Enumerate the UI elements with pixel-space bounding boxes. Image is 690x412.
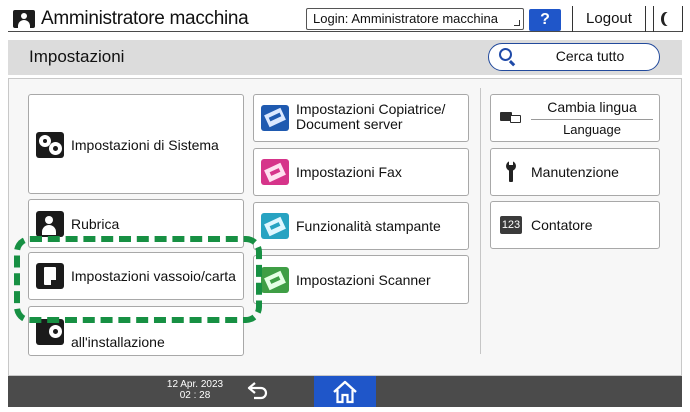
maintenance-button[interactable]: Manutenzione	[490, 148, 660, 196]
expand-corner-icon	[514, 20, 520, 26]
help-button[interactable]: ?	[529, 9, 561, 31]
counter-label: Contatore	[531, 217, 593, 233]
home-button[interactable]	[314, 376, 376, 407]
copier-settings-label-line2: Document server	[296, 116, 403, 132]
change-language-label: Cambia lingua	[547, 99, 637, 115]
language-label: Language	[563, 122, 621, 137]
wrench-icon	[505, 161, 519, 183]
back-button[interactable]	[244, 378, 272, 405]
fax-settings-label: Impostazioni Fax	[296, 164, 402, 180]
language-label-separator	[531, 119, 653, 120]
copier-settings-button[interactable]: Impostazioni Copiatrice/ Document server	[253, 94, 469, 142]
login-status-label: Login: Amministratore macchina	[313, 11, 498, 26]
back-arrow-icon	[247, 382, 268, 400]
page-title: Impostazioni	[29, 47, 125, 66]
printer-icon	[261, 213, 289, 239]
login-status-button[interactable]: Login: Amministratore macchina	[306, 8, 524, 30]
counter-icon: 123	[500, 216, 522, 234]
gears-icon	[36, 132, 64, 158]
printer-features-label: Funzionalità stampante	[296, 218, 441, 234]
scanner-icon	[261, 267, 289, 293]
status-date: 12 Apr. 2023	[166, 379, 224, 390]
copier-settings-label-line1: Impostazioni Copiatrice/	[296, 101, 446, 117]
language-switch-icon	[500, 110, 522, 126]
address-book-label: Rubrica	[71, 216, 120, 232]
system-settings-label: Impostazioni di Sistema	[71, 137, 219, 153]
user-title: Amministratore macchina	[41, 8, 249, 29]
system-settings-button[interactable]: Impostazioni di Sistema	[28, 94, 244, 194]
change-language-button[interactable]: Cambia lingua Language	[490, 94, 660, 142]
installation-label: all'installazione	[71, 334, 165, 350]
fax-settings-button[interactable]: Impostazioni Fax	[253, 148, 469, 196]
logout-button[interactable]: Logout	[572, 6, 646, 32]
energy-saver-button[interactable]	[653, 6, 683, 32]
search-all-button[interactable]: Cerca tutto	[488, 43, 660, 71]
user-icon	[13, 10, 35, 28]
search-all-label: Cerca tutto	[555, 48, 625, 64]
copier-icon	[261, 105, 289, 131]
moon-icon	[664, 12, 674, 26]
column-divider	[480, 88, 481, 354]
search-icon	[499, 48, 512, 61]
home-icon	[333, 380, 357, 404]
counter-button[interactable]: 123 Contatore	[490, 201, 660, 249]
scanner-settings-button[interactable]: Impostazioni Scanner	[253, 255, 469, 304]
maintenance-label: Manutenzione	[531, 164, 619, 180]
fax-icon	[261, 159, 289, 185]
status-time: 02 : 28	[179, 390, 211, 401]
highlight-frame	[14, 236, 262, 323]
printer-features-button[interactable]: Funzionalità stampante	[253, 202, 469, 250]
address-book-icon	[36, 211, 64, 237]
scanner-settings-label: Impostazioni Scanner	[296, 272, 431, 288]
